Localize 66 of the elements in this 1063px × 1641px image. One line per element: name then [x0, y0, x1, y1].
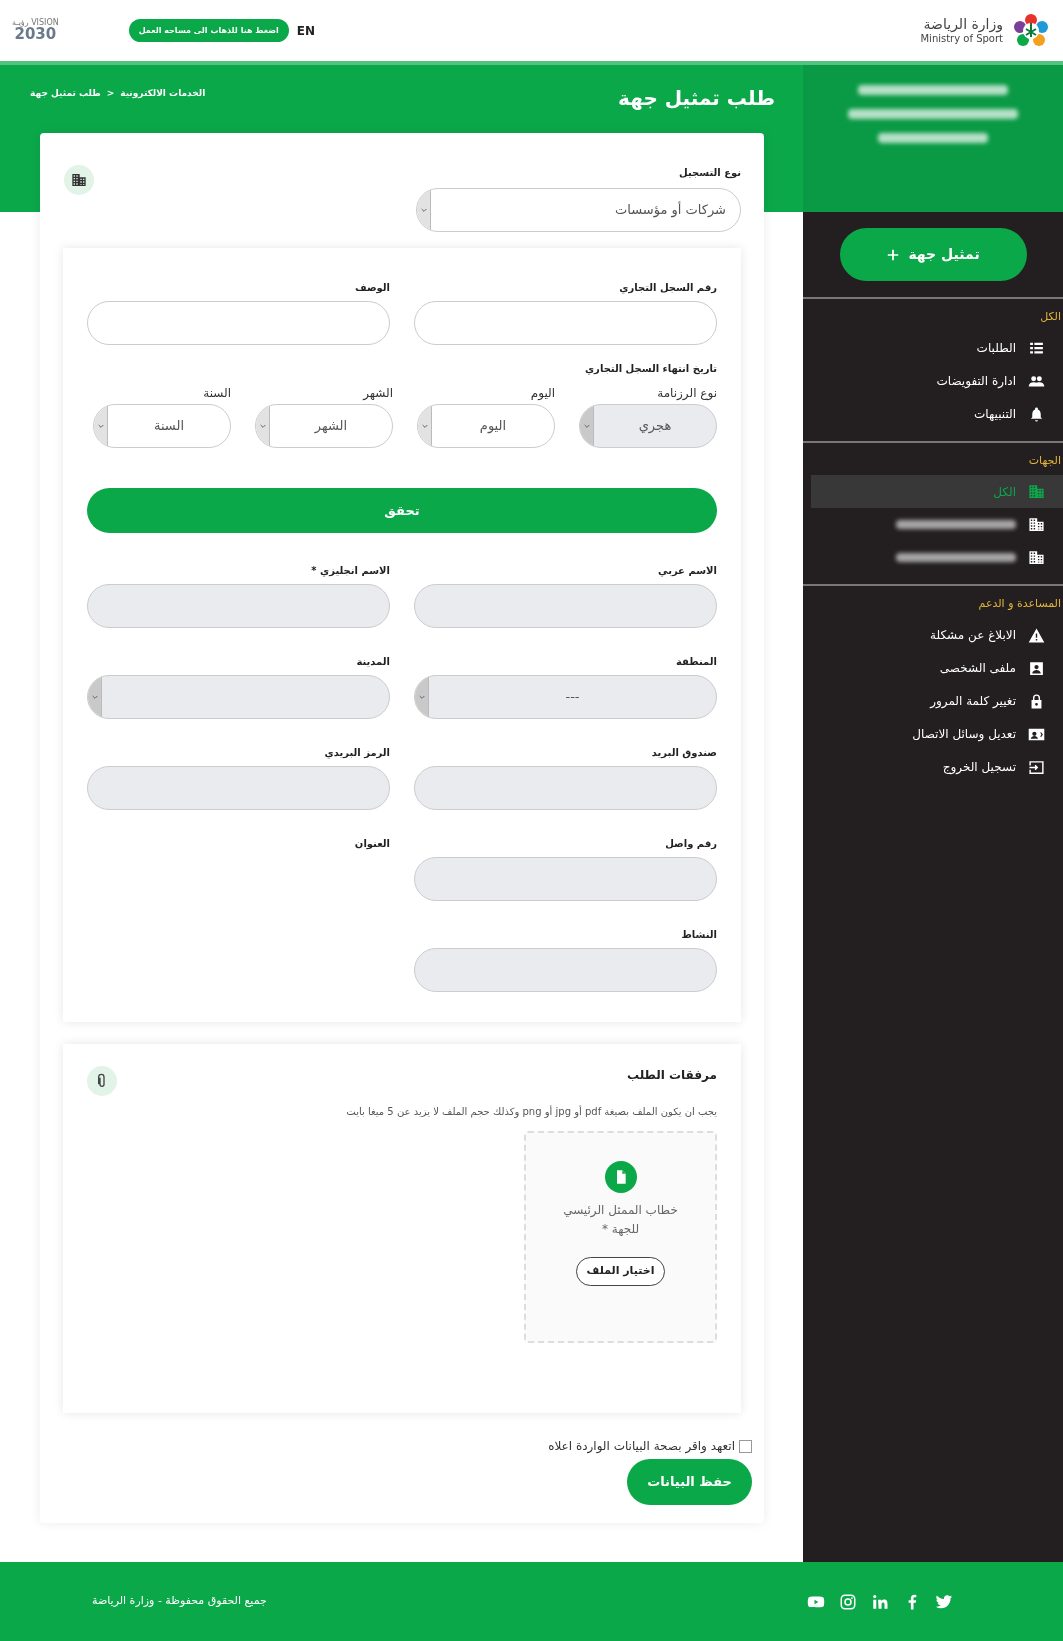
breadcrumb-separator: >: [106, 87, 115, 100]
language-link[interactable]: EN: [296, 21, 316, 40]
section-heading: المساعدة و الدعم: [977, 596, 1062, 612]
section-heading: الكل: [1039, 309, 1062, 325]
field-label: صندوق البريد: [650, 746, 717, 760]
field-label: السنة: [202, 385, 231, 402]
sidebar-menu-item[interactable]: التنبيهات: [811, 397, 1063, 431]
person-card-icon: [1028, 659, 1045, 677]
sidebar-menu-item[interactable]: ادارة التفويضات: [811, 364, 1063, 398]
chevron-down-icon: [90, 693, 99, 701]
select-field[interactable]: شركات أو مؤسسات: [416, 188, 741, 232]
field-label: اليوم: [529, 385, 555, 402]
choose-file-button[interactable]: اختيار الملف: [575, 1257, 666, 1286]
select-field[interactable]: اليوم: [417, 404, 555, 448]
chevron-down-icon: [258, 422, 267, 430]
field-label: الشهر: [361, 385, 393, 402]
sidebar-menu-item[interactable]: الابلاغ عن مشكلة: [811, 618, 1063, 652]
plus-icon: [886, 247, 901, 262]
warning-icon: [1028, 626, 1045, 644]
field-label: المدينة: [355, 655, 390, 669]
chevron-down-icon: [419, 206, 428, 214]
building-icon: [1028, 483, 1045, 500]
field-label: الرمز البريدي: [323, 746, 390, 760]
letters-in-icon[interactable]: [871, 1592, 889, 1611]
field-label: العنوان: [353, 837, 390, 851]
building-icon: [1028, 516, 1045, 533]
input-field[interactable]: [87, 301, 390, 345]
field-label: نوع الرزنامة: [656, 385, 717, 402]
field-label: نوع التسجيل: [678, 166, 741, 180]
field-label: النشاط: [680, 928, 717, 942]
ministry-name: وزارة الرياضة: [922, 15, 1003, 33]
copyright-text: جميع الحقوق محفوظة - وزارة الرياضة: [92, 1593, 267, 1610]
page-title: طلب تمثيل جهة: [618, 85, 775, 112]
chevron-down-icon: [420, 422, 429, 430]
chevron-down-icon: [96, 422, 105, 430]
select-field[interactable]: السنة: [93, 404, 231, 448]
field-label: الاسم انجليزي *: [310, 564, 390, 578]
field-label: المنطقة: [675, 655, 717, 669]
bird-icon[interactable]: [935, 1592, 953, 1611]
bell-icon: [1028, 405, 1045, 423]
select-field[interactable]: الشهر: [255, 404, 393, 448]
sidebar-menu-item[interactable]: ملفى الشخصى: [811, 651, 1063, 685]
input-field[interactable]: [414, 301, 717, 345]
field-label: الاسم عربي: [657, 564, 717, 578]
sidebar-menu-item[interactable]: تعديل وسائل الاتصال: [811, 717, 1063, 751]
field-label: الوصف: [353, 281, 390, 295]
exit-icon: [1028, 758, 1045, 776]
sidebar-menu-item[interactable]: تغيير كلمة المرور: [811, 684, 1063, 718]
file-requirements-note: يجب ان يكون الملف بصيغة pdf أو jpg أو png وكذلك حجم الملف لا يزيد عن 5 ميغا بايت: [345, 1104, 717, 1119]
field-label: رقم واصل: [664, 837, 717, 851]
building-icon: [1028, 549, 1045, 566]
chevron-down-icon: [417, 693, 426, 701]
sidebar-menu-item[interactable]: تسجيل الخروج: [811, 750, 1063, 784]
sidebar-menu-item[interactable]: الكل: [811, 475, 1063, 508]
agreement-checkbox[interactable]: [739, 1439, 752, 1453]
building-icon: [71, 172, 87, 188]
ministry-name-english: Ministry of Sport: [920, 33, 1003, 46]
field-label: رقم السجل التجاري: [618, 281, 717, 295]
section-title: مرفقات الطلب: [626, 1067, 717, 1084]
field-label: تاريخ انتهاء السجل التجاري: [583, 362, 717, 376]
camera-outline-icon[interactable]: [839, 1592, 857, 1611]
agreement-label: اتعهد واقر بصحة البيانات الواردة اعلاه: [548, 1438, 735, 1455]
file-label: خطاب الممثل الرئيسي للجهة *: [562, 1202, 679, 1238]
section-heading: الجهات: [1027, 452, 1062, 469]
chevron-down-icon: [582, 422, 591, 430]
sidebar-menu-item[interactable]: الطلبات: [811, 331, 1063, 365]
